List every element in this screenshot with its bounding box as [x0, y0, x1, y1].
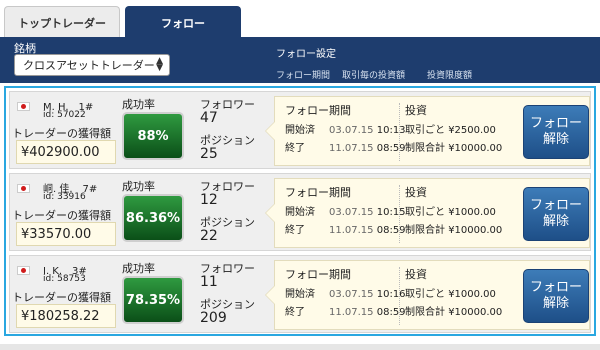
followers-count: 11: [200, 274, 218, 290]
trader-row: M. H. 1# id: 57022 トレーダーの獲得額 ¥402900.00 …: [9, 91, 591, 169]
follow-end-row: 終了 11.07.15 08:59: [285, 225, 406, 236]
select-chevron-icon: ▲ ▼: [156, 56, 163, 73]
panel-pointer: [265, 285, 275, 305]
investment-title: 投資: [405, 186, 427, 199]
investment-title: 投資: [405, 268, 427, 281]
earnings-value: ¥402900.00: [16, 140, 116, 164]
sub-limit: 投資限度額: [427, 71, 473, 81]
japan-flag-icon: [17, 266, 30, 275]
follow-start-row: 開始済 03.07.15 10:16: [285, 289, 406, 300]
japan-flag-icon: [17, 102, 30, 111]
tab-top-traders[interactable]: トップトレーダー: [4, 6, 120, 38]
per-trade-row: 取引ごと ¥2500.00: [405, 125, 496, 136]
unfollow-button[interactable]: フォロー解除: [523, 105, 589, 159]
select-value: クロスアセットトレーダー: [23, 59, 155, 72]
japan-flag-icon: [17, 184, 30, 193]
follow-end-row: 終了 11.07.15 08:59: [285, 143, 406, 154]
follow-details-panel: フォロー期間 開始済 03.07.15 10:16 終了 11.07.15 08:5…: [265, 260, 590, 330]
earnings-label: トレーダーの獲得額: [12, 127, 111, 140]
follow-start-row: 開始済 03.07.15 10:15: [285, 207, 406, 218]
follow-period-title: フォロー期間: [285, 268, 351, 281]
earnings-label: トレーダーの獲得額: [12, 291, 111, 304]
earnings-value: ¥180258.22: [16, 304, 116, 328]
follow-details-panel: フォロー期間 開始済 03.07.15 10:15 終了 11.07.15 08:5…: [265, 178, 590, 248]
unfollow-button[interactable]: フォロー解除: [523, 187, 589, 241]
success-rate-label: 成功率: [122, 262, 155, 275]
follow-period-title: フォロー期間: [285, 186, 351, 199]
unfollow-button[interactable]: フォロー解除: [523, 269, 589, 323]
success-rate-badge: 86.36%: [122, 194, 184, 242]
positions-count: 22: [200, 228, 218, 244]
tab-follow[interactable]: フォロー: [125, 6, 241, 38]
success-rate-label: 成功率: [122, 98, 155, 111]
sub-follow-period: フォロー期間: [276, 71, 331, 81]
panel-divider: [399, 267, 400, 325]
tab-bar: トップトレーダー フォロー: [0, 0, 600, 38]
trader-id: id: 57022: [43, 110, 86, 120]
panel-pointer: [265, 203, 275, 223]
limit-total-row: 制限合計 ¥10000.00: [405, 307, 503, 318]
followers-count: 47: [200, 110, 218, 126]
follow-period-title: フォロー期間: [285, 104, 351, 117]
follow-start-row: 開始済 03.07.15 10:13: [285, 125, 406, 136]
limit-total-row: 制限合計 ¥10000.00: [405, 143, 503, 154]
panel-divider: [399, 103, 400, 161]
trader-id: id: 58753: [43, 274, 86, 284]
trader-row: 峒. 佳. 7# id: 33916 トレーダーの獲得額 ¥33570.00 成…: [9, 173, 591, 251]
follow-end-row: 終了 11.07.15 08:59: [285, 307, 406, 318]
per-trade-row: 取引ごと ¥1000.00: [405, 289, 496, 300]
success-rate-badge: 78.35%: [122, 276, 184, 324]
earnings-label: トレーダーの獲得額: [12, 209, 111, 222]
investment-title: 投資: [405, 104, 427, 117]
panel-pointer: [265, 121, 275, 141]
success-rate-label: 成功率: [122, 180, 155, 193]
follow-settings-title: フォロー設定: [276, 49, 336, 60]
earnings-value: ¥33570.00: [16, 222, 116, 246]
limit-total-row: 制限合計 ¥10000.00: [405, 225, 503, 236]
sub-per-trade: 取引毎の投資額: [342, 71, 406, 81]
bottom-scroll-strip: [0, 344, 600, 350]
trader-row: I. K. 3# id: 58753 トレーダーの獲得額 ¥180258.22 …: [9, 255, 591, 333]
trader-type-select[interactable]: クロスアセットトレーダー ▲ ▼: [14, 54, 170, 76]
panel-divider: [399, 185, 400, 243]
follow-details-panel: フォロー期間 開始済 03.07.15 10:13 終了 11.07.15 08:5…: [265, 96, 590, 166]
followed-traders-list: M. H. 1# id: 57022 トレーダーの獲得額 ¥402900.00 …: [4, 86, 596, 336]
per-trade-row: 取引ごと ¥1000.00: [405, 207, 496, 218]
positions-count: 25: [200, 146, 218, 162]
success-rate-badge: 88%: [122, 112, 184, 160]
filter-header: 銘柄 クロスアセットトレーダー ▲ ▼ フォロー設定 フォロー期間 取引毎の投資額…: [0, 37, 600, 83]
trader-id: id: 33916: [43, 192, 86, 202]
followers-count: 12: [200, 192, 218, 208]
positions-count: 209: [200, 310, 227, 326]
